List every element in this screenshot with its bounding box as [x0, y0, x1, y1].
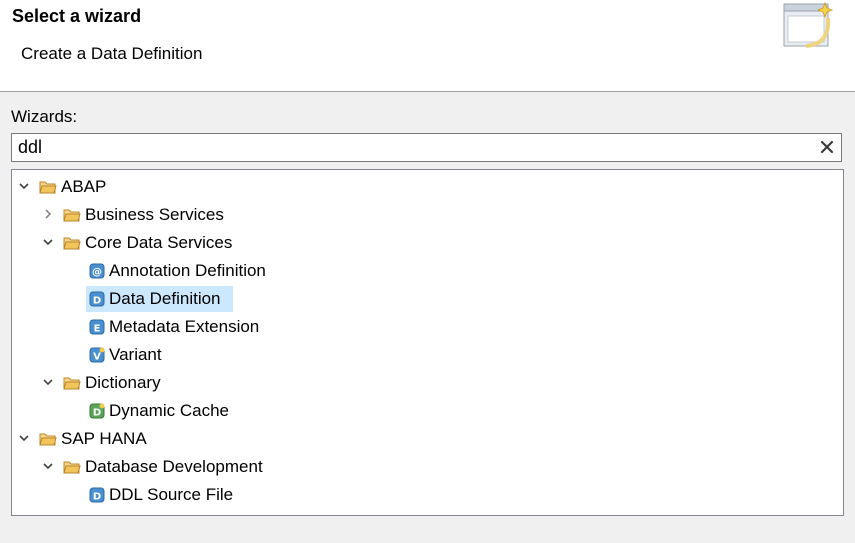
wizard-header: Select a wizard Create a Data Definition [0, 0, 855, 92]
folder-open-icon [63, 377, 81, 390]
folder-open-icon [63, 209, 81, 222]
chevron-down-icon[interactable] [41, 235, 55, 249]
folder-open-icon [63, 237, 81, 250]
svg-text:D: D [93, 296, 101, 307]
folder-open-icon [63, 461, 81, 474]
tree-node-dictionary[interactable]: Dictionary [12, 369, 843, 397]
svg-text:V: V [93, 352, 101, 363]
tree-item-label: Data Definition [109, 289, 221, 308]
svg-text:D: D [93, 408, 101, 419]
tree-node-business-services[interactable]: Business Services [12, 201, 843, 229]
tree-node-database-development[interactable]: Database Development [12, 453, 843, 481]
tree-item-label: Metadata Extension [109, 317, 260, 336]
metadata-extension-icon: E [89, 319, 105, 335]
tree-item-label: Variant [109, 345, 162, 364]
tree-node-sap-hana[interactable]: SAP HANA [12, 425, 843, 453]
svg-text:E: E [94, 324, 101, 335]
tree-item-data-definition[interactable]: D Data Definition [12, 285, 843, 313]
dynamic-cache-icon: D [89, 403, 105, 419]
tree-node-label: Core Data Services [85, 233, 233, 252]
tree-node-label: Database Development [85, 457, 263, 476]
tree-node-label: Business Services [85, 205, 224, 224]
tree-node-label: SAP HANA [61, 429, 147, 448]
chevron-down-icon[interactable] [17, 431, 31, 445]
folder-open-icon [39, 181, 57, 194]
ddl-source-file-icon: D [89, 487, 105, 503]
tree-item-annotation-definition[interactable]: @ Annotation Definition [12, 257, 843, 285]
tree-item-dynamic-cache[interactable]: D Dynamic Cache [12, 397, 843, 425]
svg-text:D: D [93, 492, 101, 503]
close-icon[interactable] [818, 138, 836, 156]
tree-item-variant[interactable]: V Variant [12, 341, 843, 369]
wizard-tree: ABAP Business Services Core Data Service… [11, 169, 844, 516]
tree-node-label: ABAP [61, 177, 107, 196]
wizard-banner-icon [783, 1, 834, 48]
wizard-filter [11, 133, 842, 162]
tree-item-label: Annotation Definition [109, 261, 266, 280]
filter-input[interactable] [18, 137, 808, 158]
chevron-down-icon[interactable] [41, 375, 55, 389]
tree-item-ddl-source-file[interactable]: D DDL Source File [12, 481, 843, 509]
tree-item-metadata-extension[interactable]: E Metadata Extension [12, 313, 843, 341]
tree-item-label: DDL Source File [109, 485, 234, 504]
tree-item-label: Dynamic Cache [109, 401, 229, 420]
chevron-right-icon[interactable] [41, 207, 55, 221]
chevron-down-icon[interactable] [17, 179, 31, 193]
annotation-definition-icon: @ [89, 263, 105, 279]
page-title: Select a wizard [12, 6, 142, 26]
variant-icon: V [89, 347, 105, 363]
folder-open-icon [39, 433, 57, 446]
tree-node-core-data-services[interactable]: Core Data Services [12, 229, 843, 257]
chevron-down-icon[interactable] [41, 459, 55, 473]
svg-text:@: @ [92, 267, 102, 278]
data-definition-icon: D [89, 291, 105, 307]
tree-node-abap[interactable]: ABAP [12, 173, 843, 201]
tree-node-label: Dictionary [85, 373, 161, 392]
page-description: Create a Data Definition [21, 44, 203, 63]
wizards-label: Wizards: [11, 107, 78, 126]
